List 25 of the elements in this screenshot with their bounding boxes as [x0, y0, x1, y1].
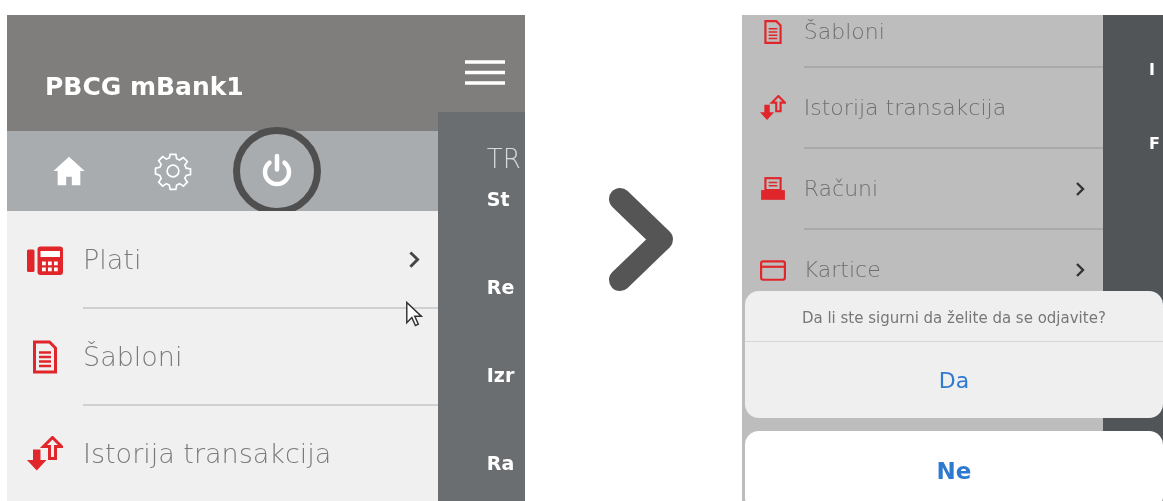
menu-item[interactable]: Istorija transakcija	[741, 68, 1103, 147]
home-icon	[52, 154, 86, 188]
menu-item[interactable]: Istorija transakcija	[7, 406, 438, 501]
panel-text: Ra	[486, 452, 516, 474]
up-down-arrows-icon	[759, 94, 786, 121]
menu-item[interactable]: Šabloni	[741, 15, 1103, 66]
app-title: PBCG mBank1	[45, 72, 244, 101]
panel-text: Izr	[486, 364, 516, 386]
chevron-right-icon	[607, 187, 674, 292]
panel-text: TR	[486, 144, 522, 174]
menu-icon[interactable]	[464, 60, 505, 85]
menu-item[interactable]: Šabloni	[7, 309, 438, 404]
panel-text: F	[1149, 134, 1161, 153]
drawer-icon	[759, 175, 786, 202]
panel-text: I	[1149, 60, 1156, 79]
up-down-arrows-icon	[27, 435, 63, 472]
menu-item[interactable]: Plati	[7, 212, 438, 307]
panel-text: Re	[486, 276, 516, 298]
mouse-cursor-icon	[405, 301, 423, 327]
cancel-button[interactable]: Ne	[744, 431, 1163, 501]
dialog-message: Da li ste sigurni da želite da se odjavite?	[744, 291, 1163, 342]
panel-text: St	[486, 188, 511, 210]
menu-item[interactable]: Računi	[741, 149, 1103, 228]
confirm-button[interactable]: Da	[744, 342, 1163, 418]
settings-icon	[153, 151, 193, 191]
